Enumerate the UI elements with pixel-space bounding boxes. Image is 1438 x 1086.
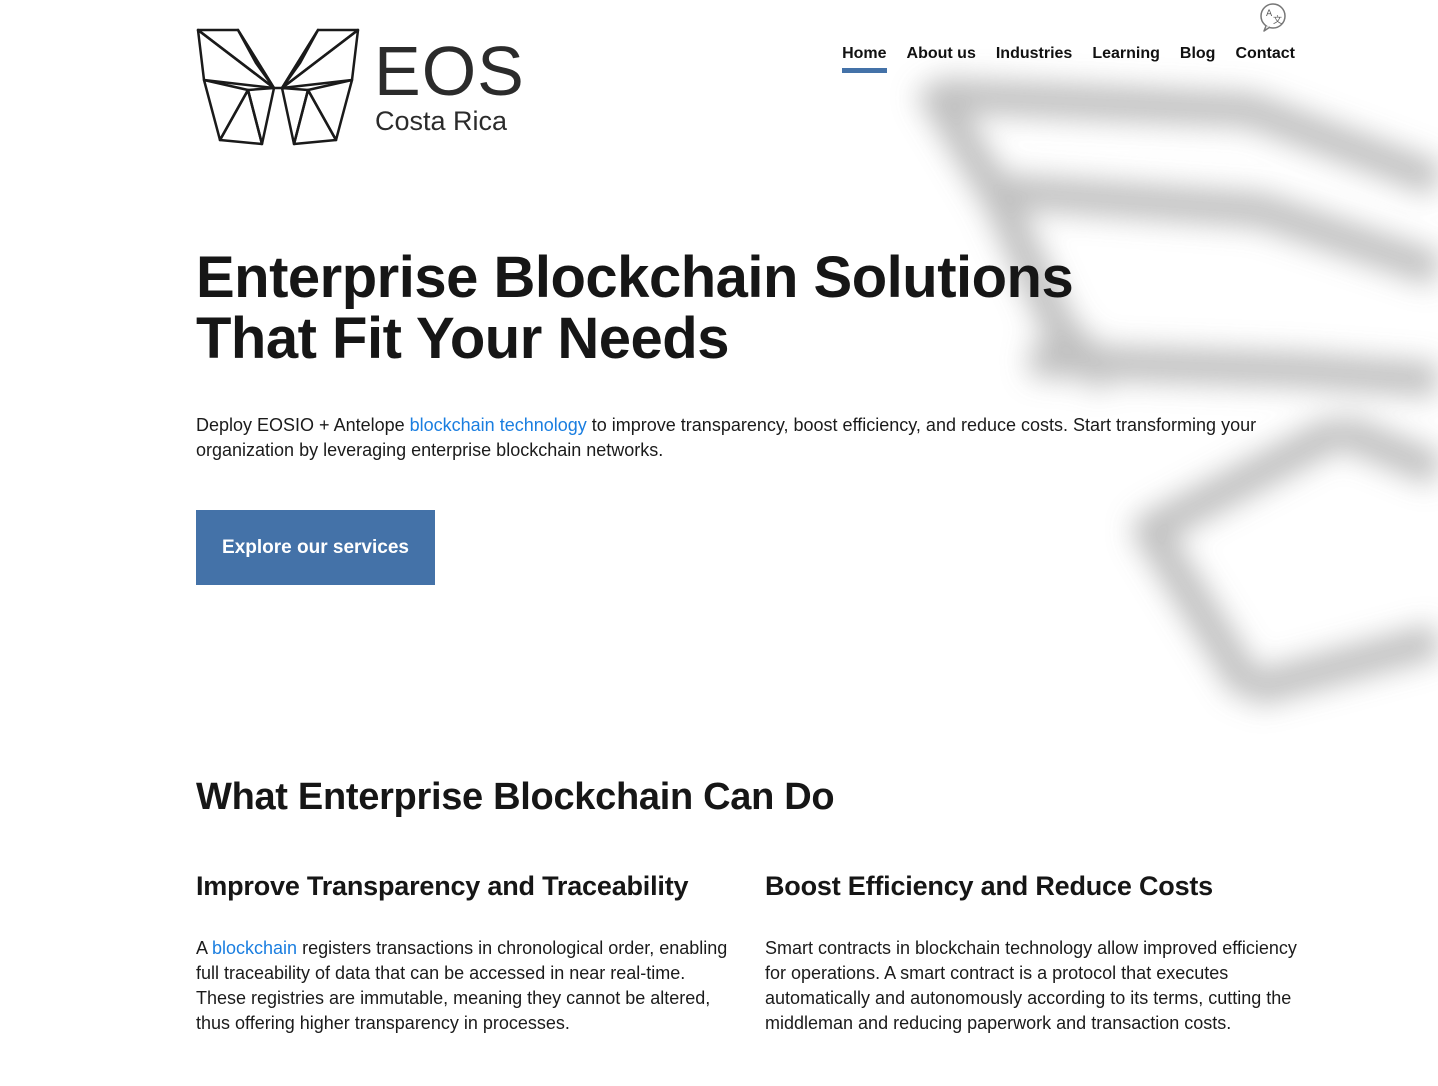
- nav-item-contact[interactable]: Contact: [1235, 44, 1295, 73]
- nav-item-learning[interactable]: Learning: [1092, 44, 1160, 73]
- explore-services-button[interactable]: Explore our services: [196, 510, 435, 585]
- translate-icon: A 文: [1260, 3, 1286, 32]
- brand-subtitle: Costa Rica: [375, 106, 508, 136]
- feature-efficiency-text: Smart contracts in blockchain technology…: [765, 938, 1297, 1033]
- nav-item-blog[interactable]: Blog: [1180, 44, 1216, 73]
- blockchain-link[interactable]: blockchain: [212, 938, 297, 958]
- hero-title: Enterprise Blockchain Solutions That Fit …: [196, 247, 1196, 369]
- feature-efficiency: Boost Efficiency and Reduce Costs Smart …: [765, 868, 1300, 1036]
- hero-text-before: Deploy EOSIO + Antelope: [196, 415, 410, 435]
- feature-transparency-heading: Improve Transparency and Traceability: [196, 871, 689, 901]
- butterfly-logo-icon: [196, 28, 360, 146]
- svg-text:文: 文: [1273, 14, 1282, 26]
- nav-item-about-us[interactable]: About us: [907, 44, 976, 73]
- feature-transparency: Improve Transparency and Traceability A …: [196, 868, 731, 1036]
- section-title: What Enterprise Blockchain Can Do: [196, 776, 835, 818]
- hero-description: Deploy EOSIO + Antelope blockchain techn…: [196, 413, 1296, 463]
- main-nav: Home About us Industries Learning Blog C…: [842, 44, 1295, 73]
- nav-item-home[interactable]: Home: [842, 44, 887, 73]
- hero-title-line-2: That Fit Your Needs: [196, 306, 729, 371]
- translate-button[interactable]: A 文: [1258, 2, 1288, 32]
- hero-title-line-1: Enterprise Blockchain Solutions: [196, 245, 1074, 310]
- feature-transparency-text: A blockchain registers transactions in c…: [196, 936, 731, 1036]
- feature-efficiency-heading: Boost Efficiency and Reduce Costs: [765, 871, 1213, 901]
- svg-text:A: A: [1266, 9, 1273, 19]
- page: EOS Costa Rica A 文 Home About us Industr…: [0, 0, 1438, 1086]
- brand-title: EOS: [374, 32, 525, 110]
- blockchain-technology-link[interactable]: blockchain technology: [410, 415, 587, 435]
- feature-transparency-text-before: A: [196, 938, 213, 958]
- nav-item-industries[interactable]: Industries: [996, 44, 1072, 73]
- brand-logo[interactable]: EOS Costa Rica: [196, 28, 536, 148]
